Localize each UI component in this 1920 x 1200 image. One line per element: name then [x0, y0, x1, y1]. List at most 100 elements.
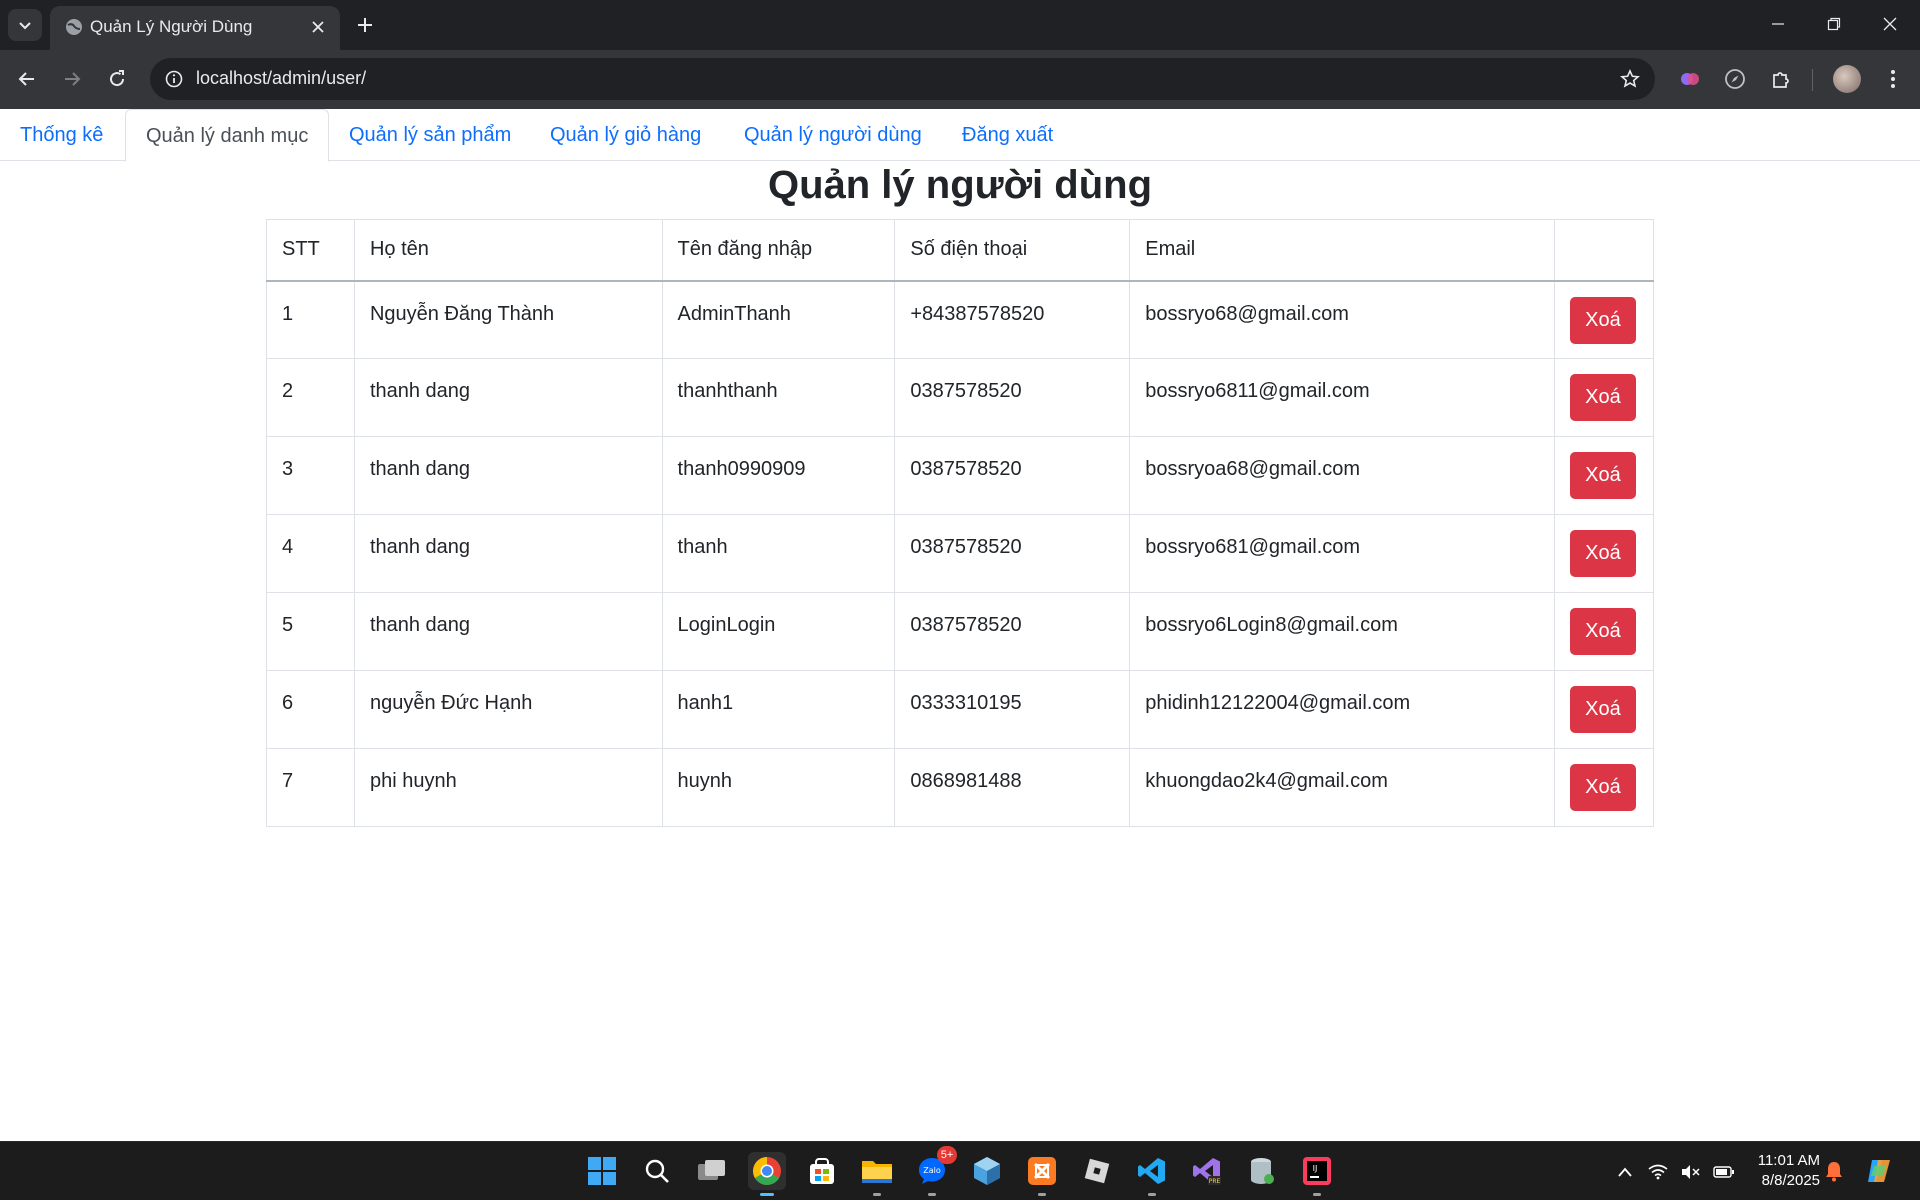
task-view-button[interactable]: [693, 1152, 731, 1190]
delete-user-button[interactable]: Xoá: [1569, 608, 1636, 655]
delete-user-button[interactable]: Xoá: [1569, 686, 1636, 733]
taskbar-microsoft-store[interactable]: [803, 1152, 841, 1190]
chrome-icon: [753, 1157, 781, 1185]
site-info-icon[interactable]: [160, 65, 188, 93]
column-header-username: Tên đăng nhập: [661, 219, 896, 281]
taskbar-visual-studio[interactable]: PRE: [1188, 1152, 1226, 1190]
nav-tab-quan-ly-nguoi-dung[interactable]: Quản lý người dùng: [724, 109, 942, 161]
intellij-icon: IJ: [1303, 1157, 1331, 1185]
cell-username: thanhthanh: [661, 358, 896, 437]
cell-action: Xoá: [1553, 358, 1655, 437]
back-button[interactable]: [10, 62, 44, 96]
reload-button[interactable]: [100, 62, 134, 96]
notification-badge: 5+: [937, 1146, 957, 1164]
cell-email: bossryo681@gmail.com: [1129, 514, 1555, 593]
taskbar-xampp[interactable]: [1023, 1152, 1061, 1196]
extensions-button[interactable]: [1764, 62, 1798, 96]
close-window-button[interactable]: [1862, 0, 1918, 48]
restore-button[interactable]: [1806, 0, 1862, 48]
cell-action: Xoá: [1553, 592, 1655, 671]
column-header-email: Email: [1129, 219, 1555, 281]
xampp-icon: [1028, 1157, 1056, 1185]
taskbar-file-explorer[interactable]: [858, 1152, 896, 1196]
nav-tab-quan-ly-san-pham[interactable]: Quản lý sản phẩm: [329, 109, 531, 161]
svg-text:Zalo: Zalo: [923, 1166, 941, 1175]
taskbar-roblox[interactable]: [1078, 1152, 1116, 1190]
windows-logo-icon: [588, 1157, 616, 1185]
page-title: Quản lý người dùng: [767, 163, 1153, 207]
browser-tab-active[interactable]: Quản Lý Người Dùng: [50, 6, 340, 50]
cube-icon: [974, 1157, 1000, 1185]
address-bar[interactable]: localhost/admin/user/: [150, 58, 1655, 100]
cell-action: Xoá: [1553, 670, 1655, 749]
compass-icon: [1725, 69, 1745, 89]
chevron-down-icon: [19, 22, 31, 30]
cell-email: bossryo6Login8@gmail.com: [1129, 592, 1555, 671]
delete-user-button[interactable]: Xoá: [1569, 374, 1636, 421]
table-row: 5 thanh dang LoginLogin 0387578520 bossr…: [266, 592, 1655, 671]
delete-user-button[interactable]: Xoá: [1569, 764, 1636, 811]
clock-date: 8/8/2025: [1761, 1172, 1820, 1189]
wifi-icon[interactable]: [1640, 1164, 1676, 1180]
cell-action: Xoá: [1553, 280, 1655, 359]
battery-icon[interactable]: [1706, 1165, 1742, 1178]
browser-tab-strip: Quản Lý Người Dùng: [0, 0, 1920, 50]
delete-user-button[interactable]: Xoá: [1569, 452, 1636, 499]
browser-menu-button[interactable]: [1876, 62, 1910, 96]
volume-muted-icon[interactable]: [1676, 1164, 1706, 1180]
cell-email: bossryo68@gmail.com: [1129, 280, 1555, 359]
taskbar-intellij[interactable]: IJ: [1298, 1152, 1336, 1196]
reload-icon: [110, 70, 125, 87]
nav-tab-thong-ke[interactable]: Thống kê: [0, 109, 123, 161]
url-text[interactable]: localhost/admin/user/: [196, 68, 366, 89]
table-row: 1 Nguyễn Đăng Thành AdminThanh +84387578…: [266, 280, 1655, 359]
new-tab-button[interactable]: [352, 12, 378, 38]
cell-email: bossryoa68@gmail.com: [1129, 436, 1555, 515]
start-button[interactable]: [583, 1152, 621, 1190]
extension-gemini-button[interactable]: [1673, 62, 1707, 96]
minimize-button[interactable]: [1750, 0, 1806, 48]
gemini-icon: [1681, 73, 1699, 85]
table-row: 4 thanh dang thanh 0387578520 bossryo681…: [266, 514, 1655, 593]
tab-search-button[interactable]: [8, 9, 42, 41]
taskbar-clock[interactable]: 11:01 AM 8/8/2025: [1740, 1151, 1820, 1191]
taskbar-database-tool[interactable]: [1243, 1152, 1281, 1190]
taskbar-app-cube[interactable]: [968, 1152, 1006, 1190]
nav-tab-dang-xuat[interactable]: Đăng xuất: [942, 109, 1073, 161]
cell-email: bossryo6811@gmail.com: [1129, 358, 1555, 437]
tab-close-icon[interactable]: [306, 15, 330, 39]
delete-user-button[interactable]: Xoá: [1569, 296, 1636, 344]
table-row: 6 nguyễn Đức Hạnh hanh1 0333310195 phidi…: [266, 670, 1655, 749]
profile-avatar[interactable]: [1833, 65, 1861, 93]
svg-text:IJ: IJ: [1313, 1164, 1318, 1173]
cell-name: phi huynh: [353, 748, 663, 827]
cell-action: Xoá: [1553, 436, 1655, 515]
cell-stt: 4: [266, 514, 355, 593]
taskbar-chrome[interactable]: [748, 1152, 786, 1196]
bell-icon: [1826, 1162, 1842, 1182]
notifications-button[interactable]: [1815, 1152, 1853, 1190]
windows-taskbar: Zalo 5+ PRE IJ 11:01 AM 8/8/2025: [0, 1141, 1920, 1200]
browser-toolbar: localhost/admin/user/: [0, 50, 1920, 109]
cell-stt: 7: [266, 748, 355, 827]
search-icon: [645, 1159, 669, 1183]
bookmark-star-icon[interactable]: [1617, 66, 1643, 92]
svg-text:PRE: PRE: [1209, 1178, 1221, 1185]
nav-tab-quan-ly-danh-muc[interactable]: Quản lý danh mục: [125, 109, 330, 162]
taskbar-vscode[interactable]: [1133, 1152, 1171, 1196]
visual-studio-icon: PRE: [1193, 1158, 1221, 1185]
taskbar-zalo[interactable]: Zalo 5+: [913, 1146, 957, 1196]
database-icon: [1251, 1158, 1274, 1184]
copilot-button[interactable]: [1860, 1152, 1898, 1190]
cell-stt: 1: [266, 280, 355, 359]
extension-compass-button[interactable]: [1718, 62, 1752, 96]
forward-button[interactable]: [55, 62, 89, 96]
taskbar-search-button[interactable]: [638, 1152, 676, 1190]
show-hidden-icons-button[interactable]: [1610, 1167, 1640, 1177]
cell-username: thanh: [661, 514, 896, 593]
delete-user-button[interactable]: Xoá: [1569, 530, 1636, 577]
admin-nav-tabs: Thống kê Quản lý danh mục Quản lý sản ph…: [0, 109, 1920, 162]
nav-tab-quan-ly-gio-hang[interactable]: Quản lý giỏ hàng: [530, 109, 721, 161]
system-tray: [1610, 1142, 1742, 1200]
restore-icon: [1827, 17, 1841, 31]
